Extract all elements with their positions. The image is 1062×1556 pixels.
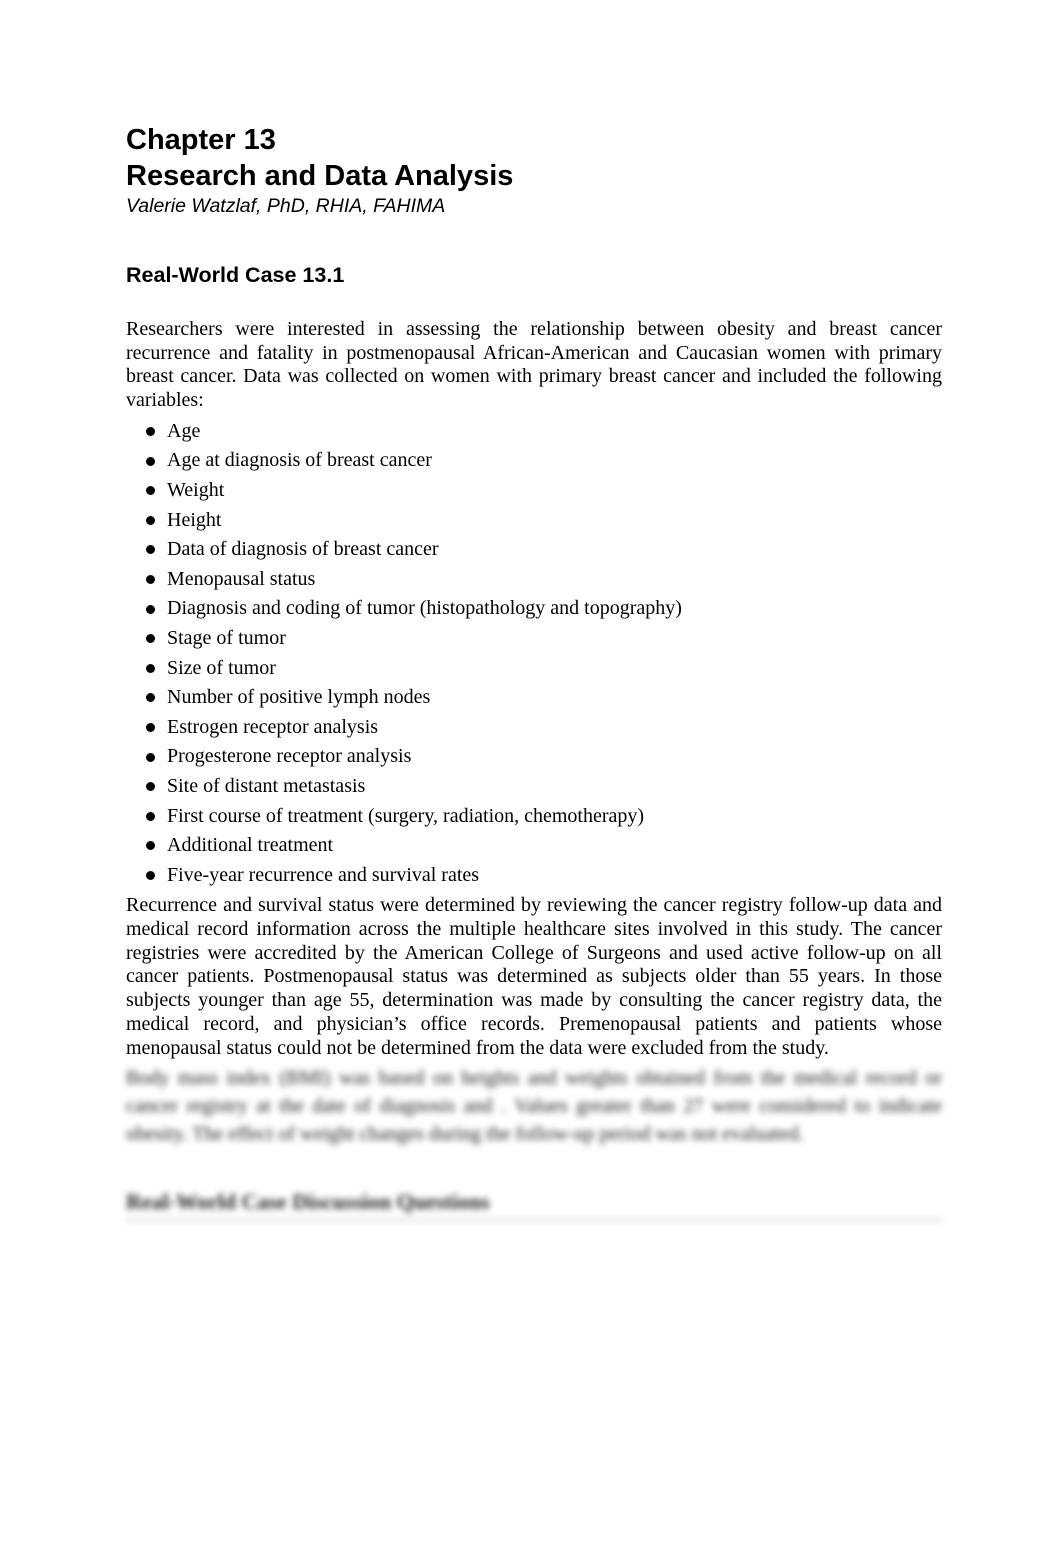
blurred-discussion-heading: Real-World Case Discussion Questions	[126, 1188, 942, 1223]
variable-list-item: Number of positive lymph nodes	[146, 683, 942, 713]
case-body-paragraph: Recurrence and survival status were dete…	[126, 894, 942, 1059]
blurred-preview-region: Body mass index (BMI) was based on heigh…	[126, 1064, 942, 1223]
variable-list-item: Data of diagnosis of breast cancer	[146, 535, 942, 565]
case-intro-paragraph: Researchers were interested in assessing…	[126, 318, 942, 412]
variable-label: Progesterone receptor analysis	[167, 745, 412, 768]
variable-list-item: Age	[146, 417, 942, 447]
variable-label: Age at diagnosis of breast cancer	[167, 449, 432, 472]
chapter-label: Chapter 13	[126, 124, 276, 156]
variable-label: Site of distant metastasis	[167, 774, 366, 797]
bullet-icon	[146, 663, 155, 673]
bullet-icon	[146, 545, 155, 555]
bullet-icon	[146, 782, 155, 792]
bullet-icon	[146, 871, 155, 881]
variable-list-item: Stage of tumor	[146, 624, 942, 654]
bullet-icon	[146, 841, 155, 851]
variables-list: Age Age at diagnosis of breast cancer Weig…	[126, 417, 942, 891]
bullet-icon	[146, 575, 155, 585]
blurred-paragraph: Body mass index (BMI) was based on heigh…	[126, 1067, 942, 1146]
variable-list-item: Progesterone receptor analysis	[146, 742, 942, 772]
variable-list-item: Menopausal status	[146, 565, 942, 595]
variable-list-item: Diagnosis and coding of tumor (histopath…	[146, 594, 942, 624]
variable-label: Stage of tumor	[167, 626, 286, 649]
variable-list-item: Site of distant metastasis	[146, 772, 942, 802]
variable-label: Weight	[167, 479, 225, 501]
variable-list-item: Estrogen receptor analysis	[146, 713, 942, 743]
bullet-icon	[146, 752, 155, 762]
variable-label: Menopausal status	[167, 567, 316, 590]
variable-label: Size of tumor	[167, 656, 276, 679]
bullet-icon	[146, 515, 155, 525]
bullet-icon	[146, 723, 155, 733]
variable-list-item: Five-year recurrence and survival rates	[146, 861, 942, 891]
document-page: Chapter 13 Research and Data Analysis Va…	[126, 122, 942, 1223]
variable-label: Height	[167, 508, 222, 531]
bullet-icon	[146, 811, 155, 821]
case-title: Real-World Case 13.1	[126, 263, 345, 287]
chapter-title: Research and Data Analysis	[126, 160, 514, 192]
variable-label: Additional treatment	[167, 834, 334, 857]
bullet-icon	[146, 693, 155, 703]
variable-list-item: Additional treatment	[146, 831, 942, 861]
author-byline: Valerie Watzlaf, PhD, RHIA, FAHIMA	[126, 195, 446, 217]
bullet-icon	[146, 604, 155, 614]
variable-label: Diagnosis and coding of tumor (histopath…	[167, 597, 682, 620]
variable-label: Age	[167, 419, 201, 442]
variable-list-item: Age at diagnosis of breast cancer	[146, 446, 942, 476]
variable-list-item: Height	[146, 506, 942, 536]
variable-label: Data of diagnosis of breast cancer	[167, 538, 439, 561]
bullet-icon	[146, 456, 155, 466]
variable-label: Five-year recurrence and survival rates	[167, 863, 480, 886]
bullet-icon	[146, 634, 155, 644]
variable-label: Estrogen receptor analysis	[167, 715, 379, 738]
variable-list-item: Weight	[146, 476, 942, 506]
variable-label: First course of treatment (surgery, radi…	[167, 804, 645, 827]
variable-list-item: Size of tumor	[146, 654, 942, 684]
bullet-icon	[146, 486, 155, 496]
variable-label: Number of positive lymph nodes	[167, 686, 431, 709]
variable-list-item: First course of treatment (surgery, radi…	[146, 802, 942, 832]
bullet-icon	[146, 427, 155, 437]
